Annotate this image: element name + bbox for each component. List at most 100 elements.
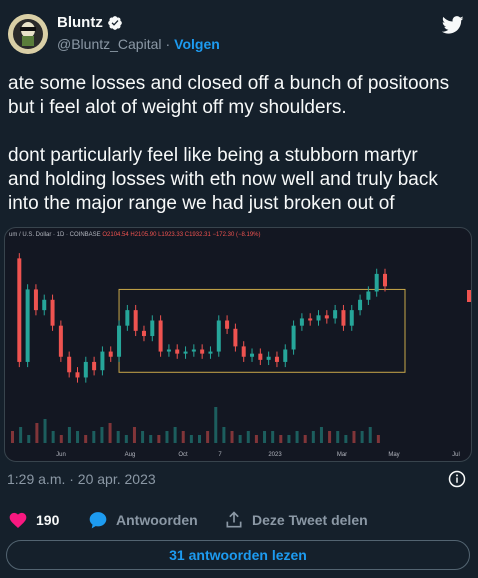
- volume-bar: [19, 427, 23, 443]
- x-tick-label: 7: [218, 452, 222, 458]
- volume-bar: [67, 427, 71, 443]
- volume-bar: [238, 435, 242, 443]
- price-chart: Jun Aug Oct 7 2023 Mar May Jul: [11, 253, 471, 458]
- volume-bar: [84, 435, 88, 443]
- volume-bar: [76, 431, 80, 443]
- like-button[interactable]: 190: [8, 508, 59, 532]
- volume-bar: [246, 431, 250, 443]
- candle-body: [83, 361, 88, 378]
- candle-body: [274, 356, 279, 362]
- volume-bar: [271, 431, 275, 443]
- volume-bar: [173, 427, 177, 443]
- volume-bar: [319, 427, 323, 443]
- volume-bar: [328, 431, 332, 443]
- candle-body: [333, 310, 338, 319]
- candle-body: [374, 273, 379, 292]
- volume-bar: [124, 435, 128, 443]
- candle-body: [283, 349, 288, 362]
- volume-bar: [149, 435, 153, 443]
- tweet-text: ate some losses and closed off a bunch o…: [8, 73, 450, 214]
- volume-bar: [368, 427, 372, 443]
- candle-body: [141, 330, 146, 337]
- volume-bar: [287, 435, 291, 443]
- candle-body: [75, 372, 80, 378]
- candle-body: [200, 349, 205, 354]
- volume-bar: [360, 431, 364, 443]
- avatar[interactable]: [8, 14, 48, 54]
- volume-bar: [311, 431, 315, 443]
- candle-body: [358, 299, 363, 311]
- chart-header: um / U.S. Dollar · 1D · COINBASE O2104.5…: [9, 232, 261, 238]
- candle-body: [308, 318, 313, 321]
- share-upload-icon: [226, 511, 242, 528]
- separator: ·: [165, 36, 171, 52]
- candle-body: [191, 349, 196, 352]
- candle-body: [349, 310, 354, 326]
- heart-icon: [9, 512, 27, 528]
- candle-body: [166, 349, 171, 352]
- x-tick-label: Oct: [178, 452, 188, 458]
- handle-row: @Bluntz_Capital · Volgen: [57, 36, 220, 52]
- x-tick-label: Jun: [56, 452, 66, 458]
- candle-body: [208, 351, 213, 354]
- name-row: Bluntz: [57, 14, 123, 31]
- candle-body: [175, 349, 180, 354]
- x-tick-label: Aug: [125, 452, 136, 458]
- candle-body: [299, 318, 304, 326]
- candle-body: [158, 320, 163, 352]
- chart-image[interactable]: Jun Aug Oct 7 2023 Mar May Jul um / U.S. Dollar…: [4, 227, 472, 462]
- volume-bar: [303, 435, 307, 443]
- volume-bar: [222, 427, 226, 443]
- last-price-marker: [467, 290, 471, 302]
- candle-body: [266, 356, 271, 360]
- volume-bar: [279, 435, 283, 443]
- volume-bar: [336, 431, 340, 443]
- info-icon[interactable]: [448, 470, 466, 488]
- candle-body: [291, 325, 296, 350]
- candle-body: [258, 353, 263, 360]
- volume-bar: [263, 431, 267, 443]
- volume-bar: [157, 435, 161, 443]
- twitter-bird-icon[interactable]: [442, 14, 464, 36]
- share-label: Deze Tweet delen: [252, 512, 368, 528]
- display-name[interactable]: Bluntz: [57, 14, 103, 31]
- share-button[interactable]: Deze Tweet delen: [224, 508, 368, 532]
- volume-bar: [27, 435, 31, 443]
- read-replies-button[interactable]: 31 antwoorden lezen: [6, 540, 470, 570]
- volume-bar: [230, 431, 234, 443]
- candle-body: [241, 346, 246, 357]
- volume-bar: [43, 419, 47, 443]
- candle-body: [92, 361, 97, 371]
- volume-bar: [295, 431, 299, 443]
- volume-bar: [214, 407, 218, 443]
- volume-bar: [181, 431, 185, 443]
- volume-bar: [92, 431, 96, 443]
- volume-bar: [108, 423, 112, 443]
- reply-button[interactable]: Antwoorden: [88, 508, 198, 532]
- candle-body: [183, 351, 188, 354]
- tweet-timestamp[interactable]: 1:29 a.m. · 20 apr. 2023: [7, 471, 156, 487]
- x-tick-label: Mar: [337, 452, 347, 458]
- candle-body: [17, 258, 22, 362]
- candle-body: [42, 299, 47, 311]
- candle-body: [225, 320, 230, 329]
- handle[interactable]: @Bluntz_Capital: [57, 36, 162, 52]
- volume-bar: [198, 435, 201, 443]
- candle-body: [125, 310, 130, 326]
- volume-bar: [206, 431, 210, 443]
- chart-ohlc: O2104.54 H2105.90 L1923.33 C1932.31 −172…: [102, 232, 261, 238]
- candle-body: [316, 315, 321, 321]
- volume-bar: [132, 427, 136, 443]
- volume-bar: [11, 431, 14, 443]
- volume-bar: [100, 427, 104, 443]
- x-tick-label: May: [388, 452, 399, 458]
- volume-bar: [116, 431, 120, 443]
- volume-bar: [59, 435, 63, 443]
- chart-symbol: um / U.S. Dollar · 1D · COINBASE: [9, 232, 101, 238]
- follow-button[interactable]: Volgen: [174, 36, 220, 52]
- candle-body: [58, 325, 63, 357]
- candle-body: [108, 351, 113, 357]
- verified-badge-icon: [107, 15, 122, 30]
- action-bar: 190 Antwoorden Deze Tweet delen: [0, 508, 478, 532]
- candle-body: [150, 320, 155, 337]
